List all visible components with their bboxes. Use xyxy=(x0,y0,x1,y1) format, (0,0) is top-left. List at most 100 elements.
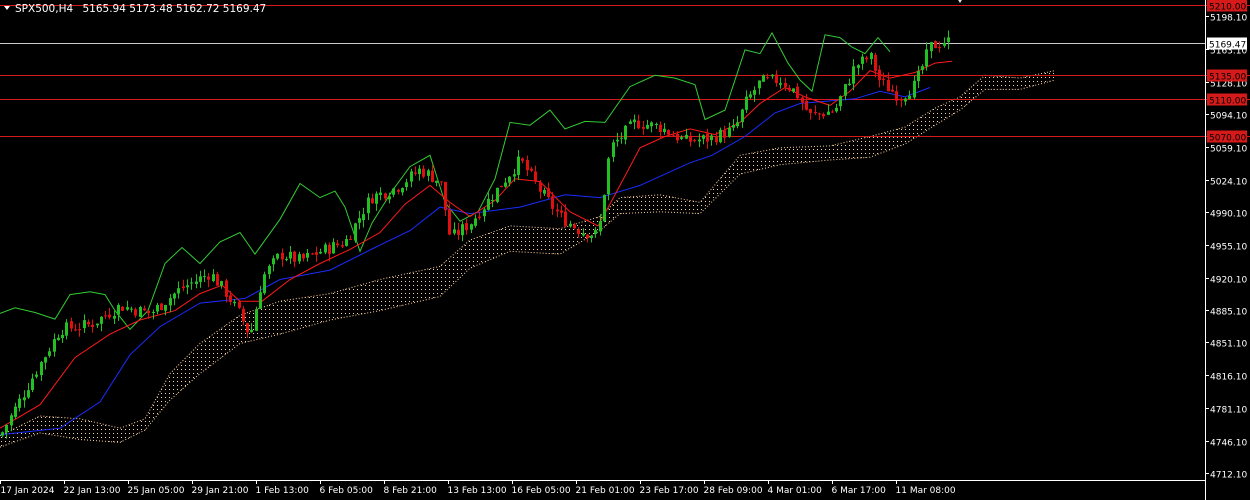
candle-body xyxy=(100,316,103,324)
candle-body xyxy=(156,305,159,312)
candle-body xyxy=(663,128,666,132)
svg-text:SPX500,H4 5165.94 5173: SPX500,H4 5165.94 5173.48 5162.72 5169.4… xyxy=(15,3,266,15)
candle-body xyxy=(904,98,907,102)
candle-body xyxy=(169,298,172,306)
x-tick-label: 16 Feb 05:00 xyxy=(512,486,571,496)
candle-body xyxy=(418,168,421,175)
candle-body xyxy=(18,398,21,408)
chart-header: SPX500,H4 5165.94 5173.48 5162.72 5169.4… xyxy=(4,3,266,15)
candle-body xyxy=(268,266,271,275)
candle-body xyxy=(586,234,589,238)
candle-body xyxy=(723,130,726,138)
candle-body xyxy=(947,37,950,43)
x-tick-label: 29 Jan 21:00 xyxy=(192,486,249,496)
candle-body xyxy=(91,324,94,327)
candle-body xyxy=(195,281,198,284)
candle-body xyxy=(543,190,546,194)
candle-body xyxy=(414,172,417,174)
candle-body xyxy=(65,322,68,336)
candle-body xyxy=(878,69,881,81)
candle-body xyxy=(771,74,774,77)
candle-body xyxy=(289,251,292,259)
candle-body xyxy=(814,112,817,114)
symbol-label: SPX500,H4 xyxy=(15,3,73,15)
candle-body xyxy=(263,274,266,294)
level-label: 5210.00 xyxy=(1209,3,1246,13)
candle-body xyxy=(573,224,576,229)
candle-body xyxy=(10,415,13,426)
candle-body xyxy=(908,95,911,100)
price-chart[interactable]: 5198.105163.105128.105094.105059.105024.… xyxy=(0,0,1250,500)
candle-body xyxy=(646,125,649,129)
candle-body xyxy=(311,253,314,255)
candle-body xyxy=(367,197,370,214)
chart-area[interactable]: 5198.10 5163.10 5128.10 5094.10 5059.10 5024.… xyxy=(0,0,1250,500)
candle-body xyxy=(925,49,928,67)
y-tick-label: 4851.10 xyxy=(1210,340,1247,350)
y-tick-label: 4816.10 xyxy=(1210,373,1247,383)
candle-body xyxy=(487,198,490,210)
candle-body xyxy=(642,127,645,129)
candle-body xyxy=(848,83,851,85)
candle-body xyxy=(336,243,339,246)
y-tick-label: 4712.10 xyxy=(1210,471,1247,481)
candle-body xyxy=(655,124,658,125)
candle-body xyxy=(392,188,395,195)
candle-body xyxy=(659,124,662,132)
y-tick-label: 4746.10 xyxy=(1210,439,1247,449)
candle-body xyxy=(547,188,550,197)
level-label: 5070.00 xyxy=(1209,134,1246,144)
candle-body xyxy=(410,171,413,182)
y-tick-label: 5198.10 xyxy=(1210,14,1247,24)
candle-body xyxy=(379,192,382,195)
candle-body xyxy=(921,66,924,70)
candle-body xyxy=(229,295,232,302)
candle-body xyxy=(689,136,692,142)
candle-body xyxy=(534,171,537,182)
candle-body xyxy=(758,80,761,89)
candle-body xyxy=(164,305,167,311)
candle-body xyxy=(315,252,318,255)
candle-body xyxy=(126,307,129,310)
candle-body xyxy=(306,253,309,258)
candle-body xyxy=(891,89,894,92)
candle-body xyxy=(693,140,696,142)
candle-body xyxy=(461,224,464,236)
candle-body xyxy=(341,245,344,247)
candle-body xyxy=(762,75,765,82)
candle-body xyxy=(281,252,284,260)
candle-body xyxy=(676,134,679,141)
candle-body xyxy=(569,223,572,227)
candle-body xyxy=(796,86,799,99)
candle-body xyxy=(104,315,107,317)
candle-body xyxy=(831,111,834,113)
candle-body xyxy=(453,229,456,234)
candle-body xyxy=(27,390,30,398)
candle-body xyxy=(427,170,430,176)
candle-body xyxy=(913,80,916,98)
candle-body xyxy=(212,274,215,281)
candle-body xyxy=(930,42,933,52)
candle-body xyxy=(354,223,357,241)
candle-body xyxy=(238,301,241,308)
candle-body xyxy=(732,125,735,128)
current-price-label: 5169.47 xyxy=(1209,41,1246,51)
x-tick-label: 28 Feb 09:00 xyxy=(704,486,763,496)
candle-body xyxy=(650,122,653,127)
candle-body xyxy=(160,303,163,310)
candle-body xyxy=(388,196,391,200)
candle-body xyxy=(504,182,507,187)
candle-body xyxy=(207,276,210,280)
candle-body xyxy=(805,100,808,110)
candle-body xyxy=(521,158,524,161)
candle-body xyxy=(624,125,627,140)
candle-body xyxy=(633,119,636,123)
candle-body xyxy=(612,142,615,157)
candle-body xyxy=(792,88,795,92)
candle-body xyxy=(753,90,756,95)
candle-body xyxy=(220,281,223,286)
candle-body xyxy=(31,378,34,390)
candle-body xyxy=(620,137,623,139)
candle-body xyxy=(530,168,533,171)
candle-body xyxy=(319,251,322,254)
